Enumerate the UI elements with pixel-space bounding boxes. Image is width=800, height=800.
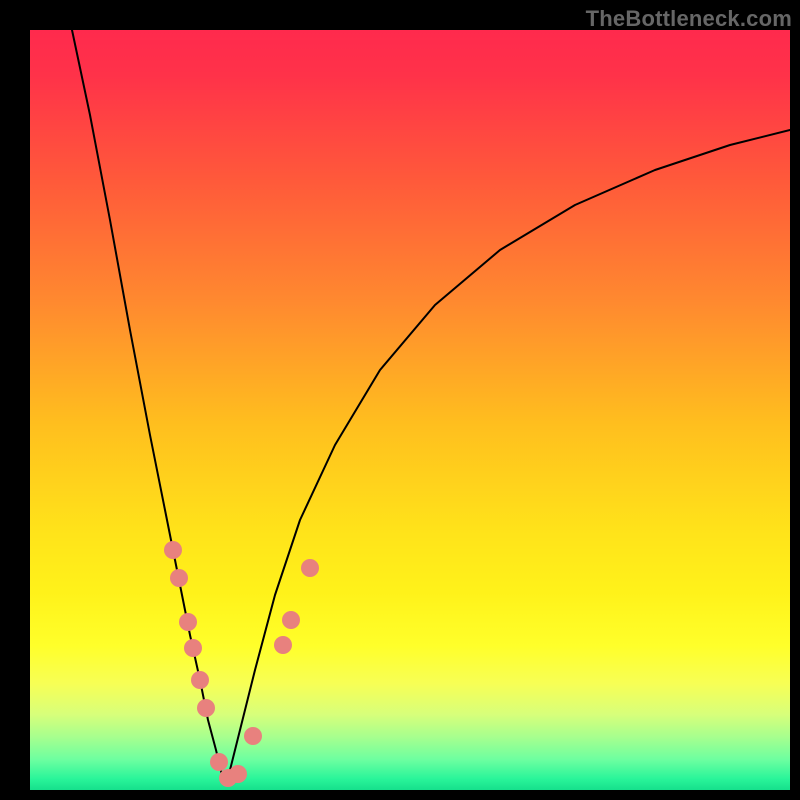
credit-label: TheBottleneck.com <box>586 6 792 32</box>
marker-dot <box>229 765 247 783</box>
marker-pill <box>294 576 306 610</box>
curve-right-branch <box>225 130 790 785</box>
marker-round-group <box>164 541 319 787</box>
marker-dot <box>197 699 215 717</box>
marker-dot <box>184 639 202 657</box>
marker-dot <box>210 753 228 771</box>
marker-dot <box>282 611 300 629</box>
marker-dot <box>179 613 197 631</box>
marker-dot <box>170 569 188 587</box>
marker-dot <box>191 671 209 689</box>
marker-dot <box>274 636 292 654</box>
marker-dot <box>301 559 319 577</box>
marker-dot <box>244 727 262 745</box>
plot-area <box>30 30 790 790</box>
curves-layer <box>30 30 790 790</box>
marker-pill <box>312 518 328 560</box>
chart-frame: TheBottleneck.com <box>0 0 800 800</box>
marker-dot <box>164 541 182 559</box>
marker-pill <box>257 688 270 726</box>
